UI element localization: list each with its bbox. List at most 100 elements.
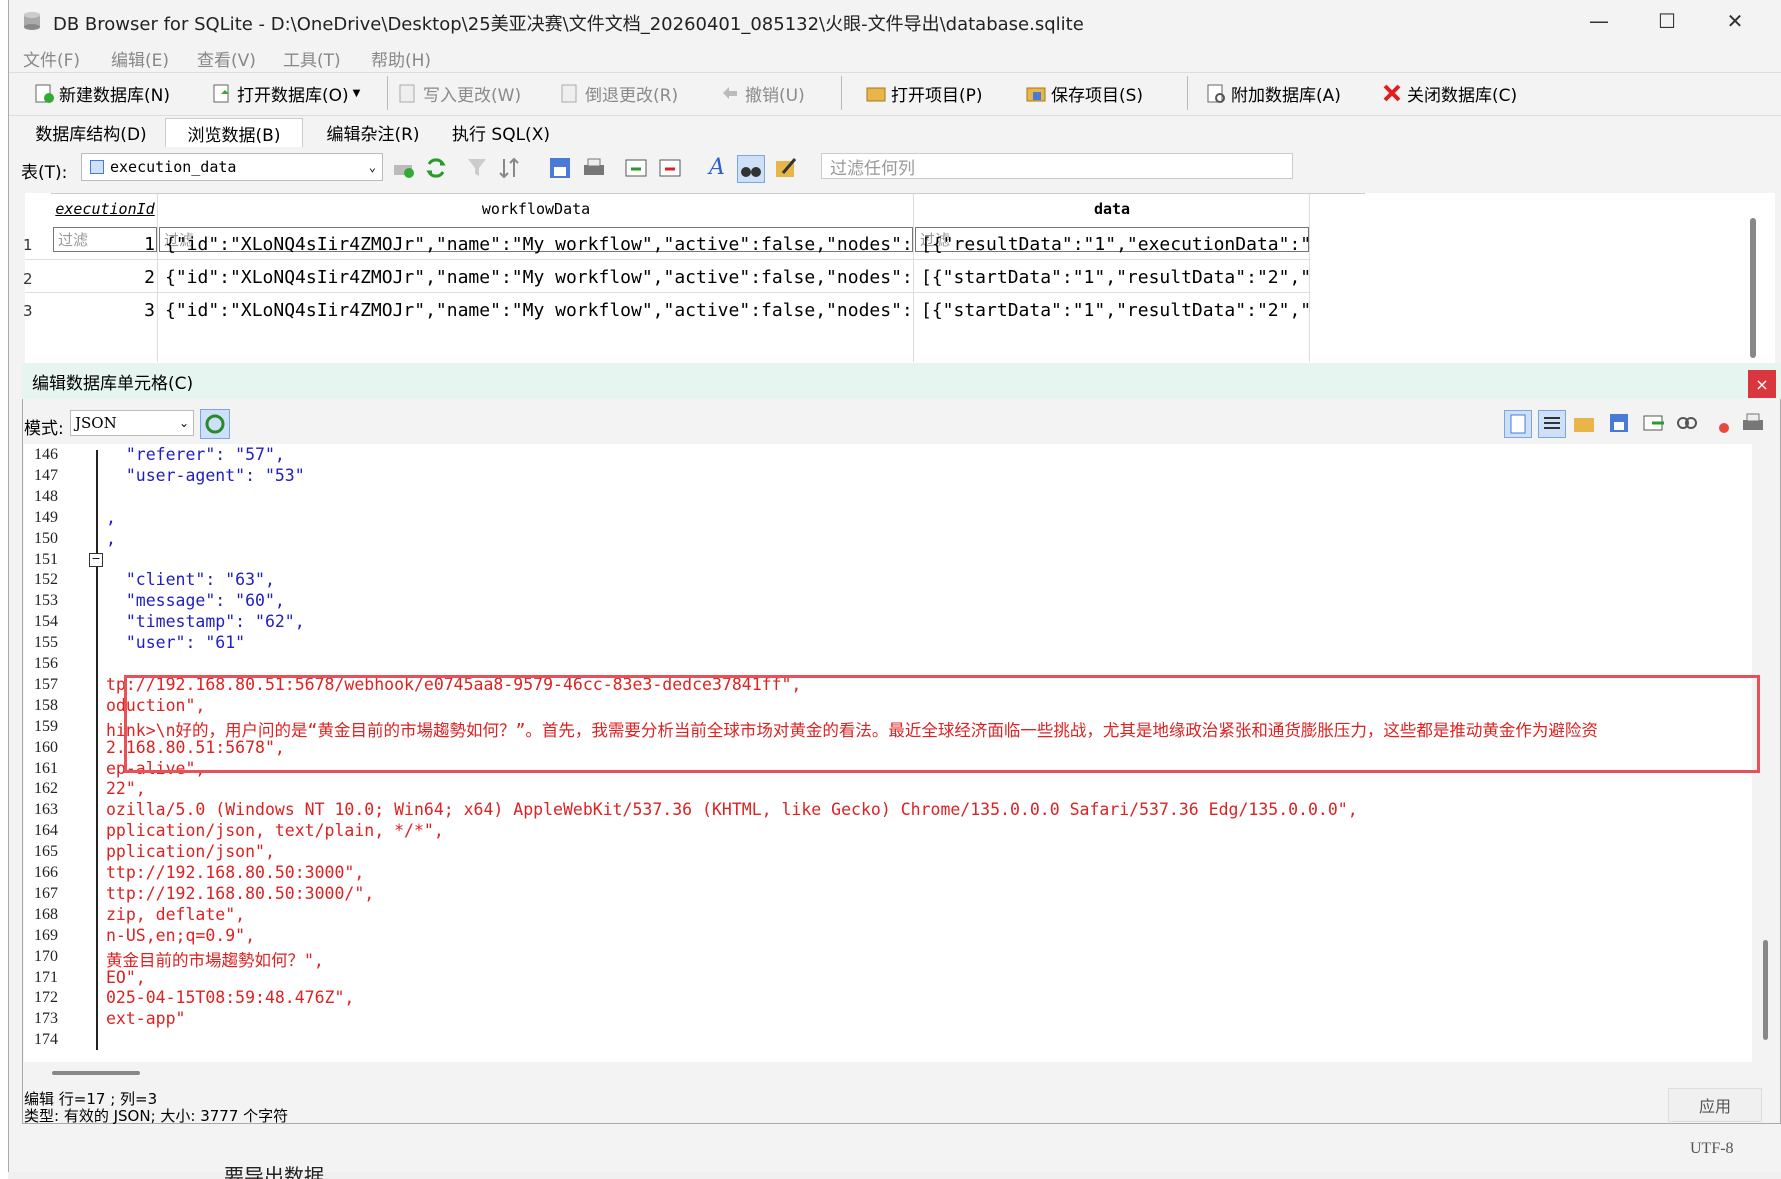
edit-cell-dock-titlebar[interactable]: 编辑数据库单元格(C)	[22, 363, 1781, 399]
close-window-button[interactable]: ✕	[1705, 0, 1765, 42]
cell-data[interactable]: [{"startData":"1","resultData":"2","…	[921, 267, 1309, 288]
menu-edit[interactable]: 编辑(E)	[111, 46, 169, 71]
minimize-button[interactable]: —	[1569, 0, 1629, 42]
save-project-button[interactable]: 保存项目(S)	[1025, 78, 1143, 108]
import-file-icon[interactable]	[1572, 410, 1598, 436]
editor-vertical-scrollbar[interactable]	[1763, 940, 1768, 1040]
menu-tools[interactable]: 工具(T)	[283, 46, 341, 71]
chevron-down-icon: ⌄	[368, 160, 376, 174]
menu-file[interactable]: 文件(F)	[23, 46, 80, 71]
cell-executionid[interactable]: 1	[53, 234, 155, 255]
line-number: 149	[34, 508, 58, 526]
line-number: 169	[34, 926, 58, 944]
tab-execute-sql[interactable]: 执行 SQL(X)	[441, 118, 561, 146]
line-number: 160	[34, 738, 58, 756]
cell-executionid[interactable]: 2	[53, 267, 155, 288]
line-number: 171	[34, 968, 58, 986]
menu-help[interactable]: 帮助(H)	[371, 46, 431, 71]
write-changes-icon	[397, 82, 419, 104]
link-icon[interactable]	[1674, 410, 1700, 436]
print-cell-icon[interactable]	[1740, 410, 1766, 436]
line-number: 167	[34, 884, 58, 902]
menu-view[interactable]: 查看(V)	[197, 46, 256, 71]
row-number[interactable]: 3	[23, 302, 33, 320]
find-binoculars-icon[interactable]	[737, 155, 765, 183]
line-number: 173	[34, 1010, 58, 1028]
line-number: 146	[34, 446, 58, 463]
open-project-button[interactable]: 打开项目(P)	[865, 78, 983, 108]
tab-edit-pragmas[interactable]: 编辑杂注(R)	[305, 118, 441, 146]
table-select-value: execution_data	[110, 158, 237, 176]
open-database-button[interactable]: 打开数据库(O) ▼	[211, 78, 360, 108]
line-number: 166	[34, 864, 58, 881]
column-header-data[interactable]: data	[915, 194, 1309, 224]
tab-database-structure[interactable]: 数据库结构(D)	[23, 118, 159, 146]
table-select[interactable]: execution_data ⌄	[81, 153, 383, 181]
auto-switch-mode-icon[interactable]	[200, 409, 230, 439]
line-number: 150	[34, 529, 58, 547]
edit-display-icon[interactable]	[773, 155, 799, 181]
save-filter-icon[interactable]	[547, 155, 573, 181]
fold-collapse-icon[interactable]: −	[89, 553, 103, 567]
toolbar-separator	[387, 76, 388, 110]
line-number: 156	[34, 655, 58, 672]
line-number: 162	[34, 780, 58, 798]
auto-format-icon[interactable]	[1538, 410, 1566, 438]
cell-data[interactable]: [{"startData":"1","resultData":"2","…	[921, 300, 1309, 321]
word-wrap-icon[interactable]	[1504, 410, 1532, 438]
fold-guide	[96, 450, 98, 1050]
maximize-button[interactable]: ☐	[1637, 0, 1697, 42]
line-number: 151	[34, 550, 58, 568]
open-project-icon	[865, 82, 887, 104]
row-number[interactable]: 1	[23, 236, 33, 254]
column-divider	[1309, 194, 1310, 362]
code-line: "client": "63",	[106, 570, 275, 590]
code-line: pplication/json, text/plain, */*",	[106, 821, 444, 841]
line-number: 159	[34, 717, 58, 735]
column-header-executionid[interactable]: executionId	[53, 194, 157, 224]
export-file-icon[interactable]	[1606, 410, 1632, 436]
revert-changes-label: 倒退更改(R)	[585, 85, 679, 106]
save-project-label: 保存项目(S)	[1051, 85, 1144, 106]
null-cell-icon[interactable]	[1706, 410, 1732, 436]
column-header-workflowdata[interactable]: workflowData	[159, 194, 913, 224]
copy-create-icon[interactable]	[623, 155, 649, 181]
write-changes-button[interactable]: 写入更改(W)	[397, 78, 521, 108]
sort-icon[interactable]	[497, 155, 523, 181]
apply-button[interactable]: 应用	[1668, 1088, 1762, 1122]
print-icon[interactable]	[581, 155, 607, 181]
undo-button[interactable]: 撤销(U)	[719, 78, 805, 108]
cell-workflowdata[interactable]: {"id":"XLoNQ4sIir4ZMOJr","name":"My work…	[165, 300, 909, 321]
revert-changes-button[interactable]: 倒退更改(R)	[559, 78, 678, 108]
editor-type-status: 类型: 有效的 JSON; 大小: 3777 个字符	[24, 1107, 289, 1125]
code-line: zip, deflate",	[106, 904, 246, 924]
font-italic-icon[interactable]: A	[709, 155, 735, 181]
code-line: "referer": "57",	[106, 445, 285, 464]
mode-select[interactable]: JSON ⌄	[70, 410, 194, 436]
line-number: 148	[34, 487, 58, 505]
cell-workflowdata[interactable]: {"id":"XLoNQ4sIir4ZMOJr","name":"My work…	[165, 234, 909, 255]
cell-data[interactable]: [{"resultData":"1","executionData":"…	[921, 234, 1309, 255]
line-number: 153	[34, 592, 58, 610]
tab-browse-data[interactable]: 浏览数据(B)	[165, 118, 303, 147]
refresh-icon[interactable]	[423, 155, 449, 181]
editor-horizontal-scrollbar[interactable]	[52, 1071, 140, 1075]
delete-record-icon[interactable]	[657, 155, 683, 181]
new-database-icon	[33, 82, 55, 104]
encoding-status: UTF-8	[1690, 1140, 1734, 1157]
new-database-button[interactable]: 新建数据库(N)	[33, 78, 170, 108]
clear-filter-icon[interactable]	[465, 155, 491, 181]
cell-executionid[interactable]: 3	[53, 300, 155, 321]
dropdown-arrow-icon[interactable]: ▼	[353, 88, 361, 99]
insert-record-icon[interactable]	[391, 155, 417, 181]
attach-database-button[interactable]: 附加数据库(A)	[1205, 78, 1341, 108]
set-as-null-icon[interactable]	[1640, 410, 1666, 436]
edit-cell-dock-title: 编辑数据库单元格(C)	[32, 373, 194, 394]
grid-scrollbar[interactable]	[1750, 218, 1756, 358]
dock-close-button[interactable]: ×	[1748, 370, 1776, 398]
close-database-button[interactable]: 关闭数据库(C)	[1381, 78, 1517, 108]
line-number: 154	[34, 613, 58, 631]
row-number[interactable]: 2	[23, 270, 33, 288]
filter-any-column-input[interactable]: 过滤任何列	[821, 153, 1293, 179]
cell-workflowdata[interactable]: {"id":"XLoNQ4sIir4ZMOJr","name":"My work…	[165, 267, 909, 288]
